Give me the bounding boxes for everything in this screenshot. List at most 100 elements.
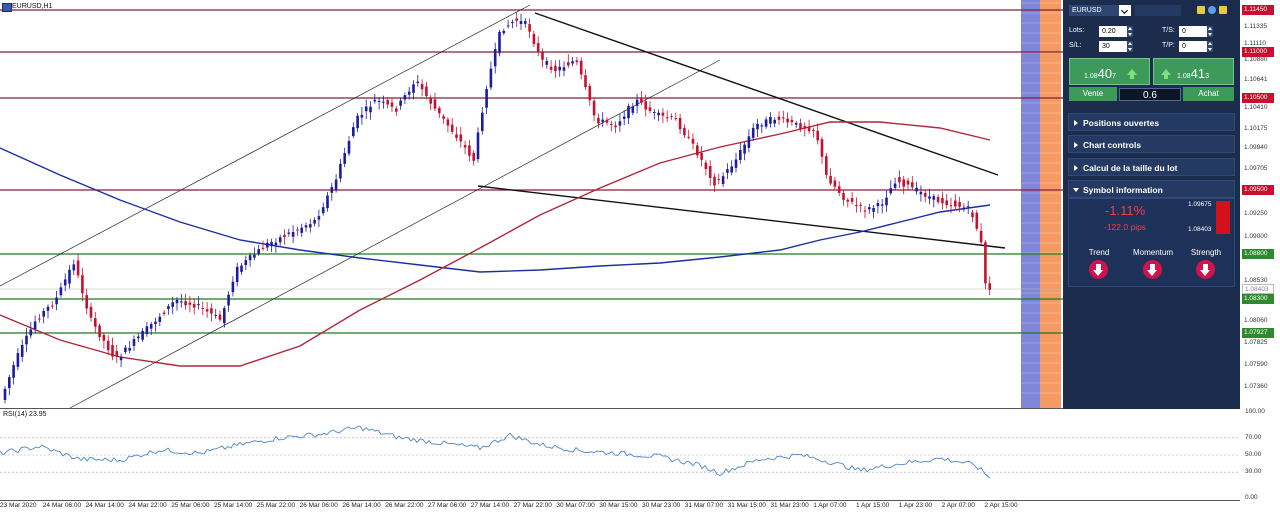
candle-bull	[309, 224, 312, 228]
candle-bear	[902, 179, 905, 187]
candle-bear	[536, 43, 540, 53]
zone-blue	[1021, 0, 1040, 408]
symbol-extra-field[interactable]	[1135, 5, 1181, 16]
rsi-axis-label: 100.00	[1245, 408, 1265, 415]
candle-bull	[343, 153, 346, 164]
section-symbol-info[interactable]: Symbol information	[1068, 180, 1235, 198]
candle-bull	[119, 356, 123, 361]
candle-bull	[128, 347, 131, 351]
price-axis-label: 1.08060	[1244, 317, 1268, 324]
candle-bull	[747, 136, 751, 148]
candle-bull	[562, 67, 566, 71]
buy-button[interactable]: 1.08413	[1153, 58, 1234, 85]
candle-bull	[197, 304, 200, 306]
change-percent: -1.11%	[1105, 203, 1146, 218]
candle-bear	[102, 334, 106, 341]
candle-bear	[816, 130, 819, 141]
lots-input[interactable]: 0.20	[1099, 26, 1127, 37]
candle-bull	[278, 237, 282, 243]
time-axis-label: 27 Mar 14:00	[470, 502, 510, 509]
candle-bear	[575, 60, 579, 63]
candle-bear	[81, 275, 84, 294]
candle-bear	[188, 302, 192, 305]
section-chart-controls[interactable]: Chart controls	[1068, 135, 1235, 153]
time-axis-label: 2 Apr 07:00	[941, 502, 975, 509]
candle-bear	[532, 33, 536, 45]
candle-bull	[571, 61, 574, 64]
candle-bull	[171, 302, 174, 307]
ts-input[interactable]: 0	[1179, 26, 1207, 37]
candle-bull	[506, 25, 510, 27]
settings-icon[interactable]	[1208, 6, 1216, 14]
pause-icon[interactable]	[1219, 6, 1227, 14]
candle-bull	[248, 255, 252, 261]
support-badge: 1.08800	[1242, 249, 1274, 259]
price-axis-label: 1.10641	[1244, 76, 1268, 83]
candle-bull	[653, 111, 656, 113]
candle-bear	[610, 123, 613, 125]
rsi-axis-label: 30.00	[1245, 468, 1262, 476]
time-axis-label: 24 Mar 22:00	[128, 502, 167, 509]
candle-bear	[782, 117, 785, 119]
candle-bull	[932, 196, 936, 200]
candle-bear	[472, 152, 475, 161]
candle-bear	[704, 162, 708, 170]
candle-bull	[59, 287, 63, 296]
candle-bull	[154, 321, 157, 325]
time-axis-label: 31 Mar 15:00	[727, 502, 766, 509]
price-chart-svg[interactable]	[0, 0, 1240, 514]
candle-bull	[734, 159, 738, 168]
candle-bull	[29, 329, 33, 336]
candle-bear	[218, 314, 222, 320]
candle-bull	[502, 30, 506, 34]
chart-window-icon	[2, 3, 12, 12]
candle-bull	[962, 207, 966, 210]
sl-stepper[interactable]	[1127, 41, 1133, 52]
candle-bear	[463, 145, 467, 148]
copy-icon[interactable]	[1197, 6, 1205, 14]
candle-bull	[214, 314, 217, 316]
chart-area[interactable]	[0, 0, 1240, 514]
candle-bear	[786, 118, 789, 123]
tp-stepper[interactable]	[1207, 41, 1213, 52]
candle-bull	[257, 249, 260, 254]
sell-button[interactable]: 1.08407	[1069, 58, 1150, 85]
candle-bull	[334, 179, 338, 191]
candle-bull	[270, 242, 273, 247]
candle-bull	[360, 114, 364, 118]
buy-label[interactable]: Achat	[1183, 87, 1234, 101]
candle-bull	[304, 225, 308, 228]
symbol-dropdown-button[interactable]	[1119, 5, 1131, 16]
candle-bear	[790, 120, 794, 123]
time-axis-label: 30 Mar 15:00	[599, 502, 638, 509]
candle-bear	[433, 99, 437, 109]
resistance-badge: 1.11000	[1242, 47, 1274, 57]
resistance-badge: 1.10500	[1242, 93, 1274, 103]
time-axis-label: 24 Mar 14:00	[85, 502, 124, 509]
candle-bull	[3, 388, 7, 400]
ts-stepper[interactable]	[1207, 26, 1213, 37]
candle-bull	[352, 127, 355, 137]
candle-bull	[300, 227, 303, 233]
candle-bear	[691, 138, 695, 144]
section-lot-size[interactable]: Calcul de la taille du lot	[1068, 158, 1235, 176]
lots-stepper[interactable]	[1127, 26, 1133, 37]
rsi-axis-label: 50.00	[1245, 451, 1262, 458]
candle-bear	[683, 127, 686, 136]
chevron-right-icon	[1074, 165, 1078, 171]
candle-bull	[274, 242, 278, 246]
candle-bull	[498, 31, 501, 54]
symbol-select[interactable]: EURUSD	[1069, 5, 1119, 16]
candle-bear	[38, 318, 41, 320]
zone-orange	[1040, 0, 1061, 408]
sell-label[interactable]: Vente	[1069, 87, 1117, 101]
tp-input[interactable]: 0	[1179, 41, 1207, 52]
candle-bull	[55, 297, 58, 305]
candle-bear	[597, 117, 600, 124]
candle-bull	[287, 232, 291, 234]
chevron-right-icon	[1074, 142, 1078, 148]
candle-bull	[872, 208, 875, 212]
section-positions[interactable]: Positions ouvertes	[1068, 113, 1235, 131]
sl-input[interactable]: 30	[1099, 41, 1127, 52]
support-badge: 1.07927	[1242, 328, 1274, 338]
